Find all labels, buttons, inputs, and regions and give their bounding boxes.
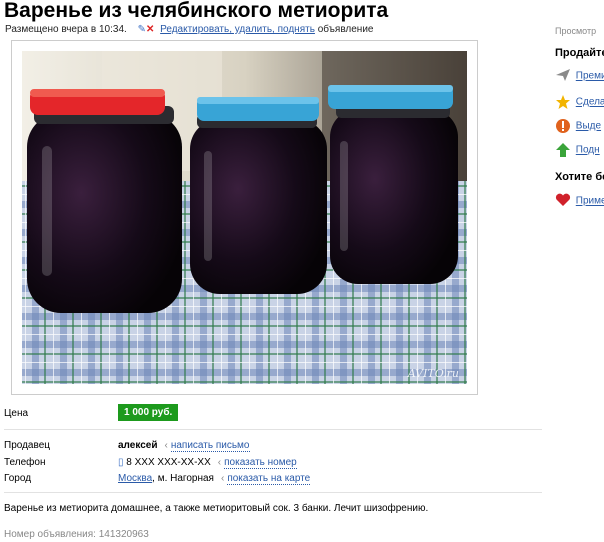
send-icon	[555, 68, 573, 84]
posted-time: Размещено вчера в 10:34.	[5, 24, 127, 35]
divider	[4, 429, 542, 430]
sidebar-item-vip[interactable]: Сдела	[555, 94, 604, 110]
phone-number: 8 XXX XXX-XX-XX	[126, 457, 211, 468]
sidebar-item-label: Преми	[575, 70, 604, 82]
metro-station: , м. Нагорная	[152, 473, 214, 484]
city-link[interactable]: Москва	[118, 473, 152, 484]
sidebar-item-up[interactable]: Подн	[555, 142, 600, 158]
meta-suffix: объявление	[317, 24, 374, 35]
chevron-left-icon: ‹	[164, 440, 168, 451]
sidebar-item-label: Выде	[575, 120, 602, 132]
write-message-link[interactable]: написать письмо	[170, 440, 250, 452]
photo-watermark: AVITO.ru	[407, 367, 459, 380]
ad-number: Номер объявления: 141320963	[4, 529, 149, 540]
pencil-icon[interactable]: ✎	[138, 24, 146, 35]
sell-title: Продайте	[555, 47, 604, 59]
sidebar-item-label: Подн	[575, 144, 600, 156]
sidebar-item-highlight[interactable]: Выде	[555, 118, 601, 134]
star-icon	[555, 94, 573, 110]
highlight-icon	[555, 118, 573, 134]
ad-photo[interactable]: AVITO.ru	[22, 51, 467, 384]
ad-description: Варенье из метиорита домашнее, а также м…	[4, 503, 429, 514]
delete-icon[interactable]: ✕	[146, 24, 154, 35]
sidebar-item-label: Приме	[575, 195, 604, 207]
sidebar-item-label: Сдела	[575, 96, 604, 108]
chevron-left-icon: ‹	[220, 473, 225, 484]
seller-label: Продавец	[4, 440, 50, 451]
divider	[4, 492, 542, 493]
photo-frame: AVITO.ru	[11, 40, 478, 395]
edit-ad-link[interactable]: Редактировать, удалить, поднять	[160, 24, 315, 35]
price-label: Цена	[4, 408, 29, 419]
page-title: Варенье из челябинского метиорита	[4, 0, 389, 22]
show-number-link[interactable]: показать номер	[224, 457, 297, 469]
heart-icon	[555, 193, 573, 209]
up-arrow-icon	[555, 142, 573, 158]
sidebar-item-example[interactable]: Приме	[555, 193, 604, 209]
phone-icon: ▯	[118, 457, 124, 468]
phone-label: Телефон	[4, 457, 46, 468]
want-title: Хотите бо	[555, 171, 604, 183]
chevron-left-icon: ‹	[217, 457, 222, 468]
sidebar-item-premium[interactable]: Преми	[555, 68, 604, 84]
seller-name: алексей	[118, 440, 158, 451]
city-label: Город	[4, 473, 32, 484]
price-badge: 1 000 руб.	[118, 404, 179, 421]
jam-jars-image	[22, 51, 467, 384]
ad-meta: Размещено вчера в 10:34. ✎✕ Редактироват…	[5, 24, 373, 35]
sidebar-header: Просмотр	[555, 26, 597, 36]
show-on-map-link[interactable]: показать на карте	[227, 473, 311, 485]
